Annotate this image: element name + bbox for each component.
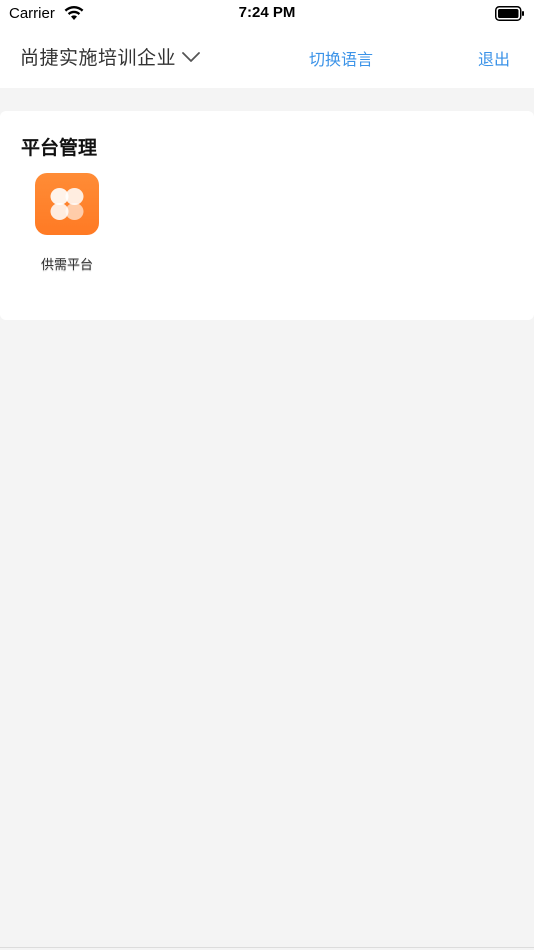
clover-icon — [50, 188, 84, 220]
app-icon-tile — [35, 173, 99, 235]
platform-management-card: 平台管理 供需平台 — [0, 111, 534, 320]
status-time: 7:24 PM — [238, 4, 296, 21]
chevron-down-icon — [182, 51, 200, 62]
app-label: 供需平台 — [40, 258, 93, 273]
bottom-divider — [0, 947, 534, 948]
section-title: 平台管理 — [21, 137, 98, 159]
logout-button[interactable]: 退出 — [478, 46, 510, 70]
status-bar: Carrier 7:24 PM — [0, 0, 534, 28]
switch-language-button[interactable]: 切换语言 — [309, 46, 373, 70]
nav-bar: 尚捷实施培训企业 切换语言 退出 — [0, 28, 534, 88]
company-selector[interactable]: 尚捷实施培训企业 — [20, 43, 200, 70]
battery-icon — [495, 6, 524, 21]
company-name: 尚捷实施培训企业 — [20, 47, 177, 69]
